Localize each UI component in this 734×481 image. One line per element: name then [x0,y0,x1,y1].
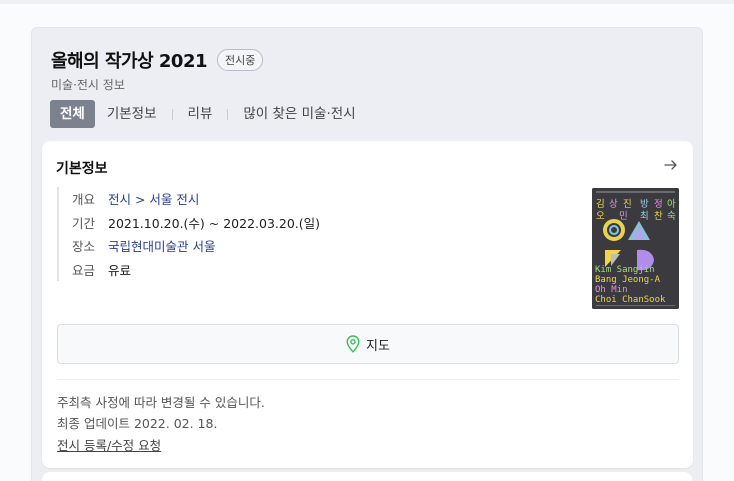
map-button-label: 지도 [366,338,390,354]
info-key: 요금 [72,262,96,278]
basic-info-card: 기본정보 개요 전시 > 서울 전시 기간 2021.10.20.(수) ~ 2… [42,141,693,468]
fee-value: 유료 [108,262,132,278]
poster-kr-1: 김 [596,198,605,210]
info-key: 기간 [72,215,96,231]
poster-en-1: Kim Sangjin [595,265,655,275]
poster-kr-8: 민 [619,211,628,222]
tab-reviews[interactable]: 리뷰 [180,100,221,128]
info-key: 개요 [72,192,96,208]
poster-kr-10: 찬 [654,211,663,222]
info-row-venue: 장소 국립현대미술관 서울 [72,234,320,258]
tab-divider [227,108,229,120]
info-row-period: 기간 2021.10.20.(수) ~ 2022.03.20.(일) [72,211,320,235]
tab-bar: 전체 기본정보 리뷰 많이 찾은 미술·전시 [50,100,364,128]
page-title: 올해의 작가상 2021 [51,51,208,72]
poster-kr-3: 진 [623,199,632,210]
notes: 주최측 사정에 따라 변경될 수 있습니다. 최종 업데이트 2022. 02.… [57,392,265,434]
tab-all[interactable]: 전체 [50,100,95,128]
status-badge: 전시중 [217,49,264,71]
poster-kr-9: 최 [640,211,649,222]
poster-en-2: Bang Jeong-A [595,275,661,285]
poster-en-4: Choi ChanSook [595,295,666,305]
report-edit-link[interactable]: 전시 등록/수정 요청 [57,435,161,454]
arrow-right-icon[interactable] [663,157,679,173]
poster-graphic: 김 상 진 방 정 아 오 민 최 찬 숙 Kim Sangjin Bang J… [592,188,679,309]
poster-kr-4: 방 [640,199,649,210]
exhibition-poster[interactable]: 김 상 진 방 정 아 오 민 최 찬 숙 Kim Sangjin Bang J… [592,188,679,309]
tab-popular-exhibitions[interactable]: 많이 찾은 미술·전시 [235,100,363,128]
tab-basic-info[interactable]: 기본정보 [99,100,165,128]
exhibition-panel: 올해의 작가상 2021 전시중 미술·전시 정보 전체 기본정보 리뷰 많이 … [31,27,703,481]
divider [57,379,679,380]
card-title: 기본정보 [56,161,108,177]
category-subtitle: 미술·전시 정보 [51,78,125,92]
period-value: 2021.10.20.(수) ~ 2022.03.20.(일) [108,215,321,231]
venue-link[interactable]: 국립현대미술관 서울 [108,236,215,255]
poster-kr-6: 아 [667,199,676,210]
poster-kr-7: 오 [596,211,605,222]
poster-kr-2: 상 [609,199,618,210]
map-pin-icon [346,335,360,353]
poster-en-3: Oh Min [595,285,628,295]
tab-divider [171,108,173,120]
title-row: 올해의 작가상 2021 전시중 [51,47,264,73]
next-section-card [42,472,692,481]
poster-kr-5: 정 [654,199,663,210]
top-border [0,0,734,4]
info-row-overview: 개요 전시 > 서울 전시 [72,187,320,211]
map-button[interactable]: 지도 [57,324,679,364]
overview-link[interactable]: 전시 > 서울 전시 [108,189,199,208]
info-list: 개요 전시 > 서울 전시 기간 2021.10.20.(수) ~ 2022.0… [57,187,320,281]
info-row-fee: 요금 유료 [72,258,320,282]
last-updated-text: 최종 업데이트 2022. 02. 18. [57,416,218,431]
disclaimer-text: 주최측 사정에 따라 변경될 수 있습니다. [57,395,265,410]
info-key: 장소 [72,239,96,255]
poster-kr-11: 숙 [667,211,676,222]
